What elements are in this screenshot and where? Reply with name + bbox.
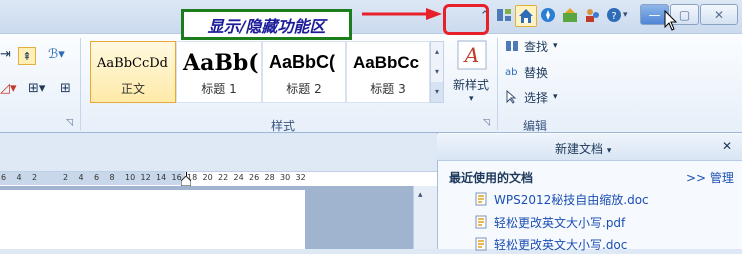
style-name: 正文: [120, 82, 145, 96]
style-sample: AaBbCcDd: [97, 56, 168, 71]
style-heading-2[interactable]: AaBbC( 标题 2: [262, 41, 346, 103]
user-icon[interactable]: [582, 5, 602, 25]
home-icon[interactable]: [515, 5, 537, 27]
mouse-cursor-icon: [664, 10, 678, 31]
ruler-ticks: 6 4 2 2 4 6 8 10 12 14 16 18 20 22 24 26 28 30 32: [0, 171, 437, 186]
group-separator: [497, 38, 498, 130]
svg-text:A: A: [463, 43, 479, 67]
find-icon: [506, 41, 518, 51]
ruler-tick-label: 4: [78, 173, 84, 182]
replace-label: 替换: [524, 65, 549, 80]
scroll-up-icon[interactable]: ▴: [418, 190, 423, 200]
style-sample: AaBbC(: [269, 52, 335, 72]
paragraph-dialog-launcher-icon[interactable]: ◹: [66, 118, 73, 128]
close-icon: ✕: [722, 139, 733, 153]
new-style-label: 新样式: [453, 78, 490, 92]
layout-icon[interactable]: [494, 5, 514, 25]
ruler-tick-label: 30: [280, 173, 291, 182]
ruler-tick-label: 32: [295, 173, 306, 182]
svg-text:?: ?: [611, 11, 616, 22]
ruler-tick-label: 28: [264, 173, 275, 182]
find-button[interactable]: 查找 ▾: [505, 36, 558, 56]
ruler-tick-label: 22: [218, 173, 229, 182]
minimize-icon: —: [648, 7, 661, 22]
edit-group-label: 编辑: [523, 119, 548, 133]
styles-dialog-launcher-icon[interactable]: ◹: [483, 118, 490, 128]
color-icon[interactable]: [560, 5, 580, 25]
style-sample: AaBbCc: [353, 53, 420, 72]
task-pane-title-text: 新建文档: [555, 142, 604, 156]
scroll-up-icon[interactable]: ▴: [431, 42, 443, 62]
close-icon: ✕: [713, 7, 725, 22]
ruler-tick-label: 8: [109, 173, 115, 182]
annotation-label: 显示/隐藏功能区: [207, 16, 326, 36]
recent-doc-link[interactable]: WPS2012秘技自由缩放.doc: [494, 191, 649, 208]
style-name: 标题 3: [370, 82, 406, 96]
ruler-tick-label: 4: [16, 173, 22, 182]
document-page[interactable]: [0, 190, 305, 249]
ruler-tick-label: 14: [156, 173, 167, 182]
more-styles-icon[interactable]: ▾: [431, 82, 443, 102]
doc-file-icon: [474, 192, 488, 206]
close-window-button[interactable]: ✕: [700, 4, 738, 25]
manage-link[interactable]: >> 管理: [686, 169, 734, 186]
styles-group-label: 样式: [271, 119, 296, 133]
task-pane-title[interactable]: 新建文档 ▾: [555, 140, 611, 157]
scroll-down-icon[interactable]: ▾: [431, 62, 443, 82]
shading-icon[interactable]: ◿▾: [0, 81, 17, 96]
chevron-down-icon: ▾: [553, 92, 558, 102]
style-heading-3[interactable]: AaBbCc 标题 3: [346, 41, 430, 103]
chevron-down-icon: ▾: [553, 41, 558, 51]
ruler-tick-label: 2: [32, 173, 38, 182]
style-gallery-scroll[interactable]: ▴ ▾ ▾: [430, 41, 444, 103]
collapse-ribbon-highlight: [443, 4, 489, 35]
select-icon: [506, 90, 517, 104]
new-style-caret: ▾: [469, 94, 474, 104]
text-direction-icon[interactable]: ℬ▾: [48, 47, 65, 62]
task-pane-close-button[interactable]: ✕: [722, 139, 732, 153]
select-label: 选择: [524, 90, 549, 105]
new-style-button[interactable]: A 新样式 ▾: [453, 38, 493, 108]
style-name: 标题 1: [201, 82, 237, 96]
replace-button[interactable]: ab 替换: [505, 62, 548, 82]
ruler-tick-label: 24: [233, 173, 244, 182]
recent-docs-heading: 最近使用的文档: [449, 171, 534, 185]
style-name: 标题 2: [286, 82, 322, 96]
ruler-tick-label: 6: [94, 173, 100, 182]
ruler-tick-label: 26: [249, 173, 260, 182]
indent-marker[interactable]: [180, 175, 192, 187]
new-style-icon: A: [457, 40, 487, 70]
paragraph-spacing-icon[interactable]: ⇞: [18, 47, 36, 65]
style-normal[interactable]: AaBbCcDd 正文: [90, 41, 176, 103]
find-label: 查找: [524, 39, 549, 54]
help-icon[interactable]: ?: [604, 5, 624, 25]
ruler-tick-label: 10: [125, 173, 136, 182]
table-icon[interactable]: ⊞: [60, 81, 71, 96]
chevron-down-icon: ▾: [606, 146, 612, 156]
indent-icon[interactable]: ⇥: [0, 47, 12, 63]
group-separator: [80, 38, 81, 130]
recent-doc-link[interactable]: 轻松更改英文大小写.doc: [494, 236, 627, 253]
style-heading-1[interactable]: AaBb( 标题 1: [176, 41, 262, 103]
ruler-tick-label: 12: [140, 173, 151, 182]
replace-icon: ab: [505, 66, 518, 78]
help-caret[interactable]: ▾: [623, 10, 628, 20]
select-button[interactable]: 选择 ▾: [505, 87, 558, 107]
ruler-tick-label: 2: [63, 173, 69, 182]
compass-icon[interactable]: [538, 5, 558, 25]
annotation-arrow: [362, 8, 442, 20]
borders-icon[interactable]: ⊞▾: [28, 81, 45, 96]
ruler-tick-label: 6: [1, 173, 7, 182]
recent-doc-link[interactable]: 轻松更改英文大小写.pdf: [494, 214, 625, 231]
restore-icon: ▢: [678, 7, 691, 22]
pdf-file-icon: [474, 215, 488, 229]
annotation-label-box: 显示/隐藏功能区: [181, 9, 352, 40]
vertical-scrollbar[interactable]: [413, 186, 438, 249]
ruler-tick-label: 20: [202, 173, 213, 182]
style-sample: AaBb(: [183, 50, 259, 76]
